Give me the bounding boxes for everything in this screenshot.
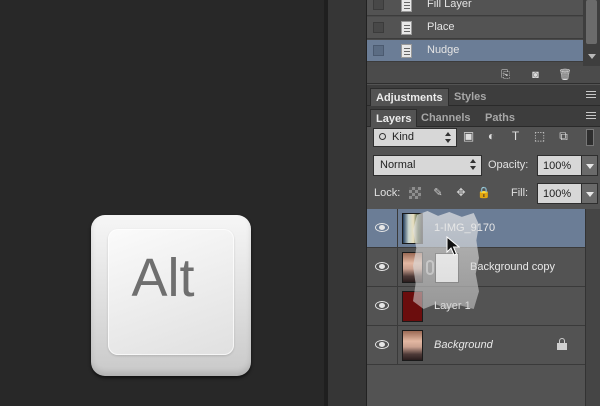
layer-row-background[interactable]: Background	[367, 326, 585, 365]
layer-row-divider	[397, 287, 398, 326]
filter-toggle-switch[interactable]	[586, 129, 594, 146]
history-item-place[interactable]: Place	[367, 17, 583, 39]
layers-scrollbar[interactable]	[585, 209, 600, 406]
eye-visibility-icon[interactable]	[375, 301, 389, 310]
tab-channels[interactable]: Channels	[416, 109, 476, 127]
arrow-cursor-icon	[446, 236, 460, 256]
new-document-from-state-icon[interactable]: ⎘	[499, 69, 512, 81]
layers-tabstrip: Layers Channels Paths	[367, 106, 600, 127]
eye-visibility-icon[interactable]	[375, 340, 389, 349]
tab-paths[interactable]: Paths	[480, 109, 520, 127]
history-item-label: Fill Layer	[427, 0, 472, 10]
filter-kind-label: Kind	[392, 131, 415, 143]
search-icon	[379, 133, 386, 140]
history-item-label: Place	[427, 21, 455, 33]
history-scrollbar[interactable]	[583, 0, 600, 66]
filter-pixel-layers-icon[interactable]: ▣	[462, 130, 475, 143]
history-snapshot-checkbox[interactable]	[373, 0, 384, 10]
lock-position-move-icon[interactable]: ✥	[455, 187, 467, 199]
filter-smart-objects-icon[interactable]: ⧉	[557, 130, 570, 143]
history-item-fill-layer[interactable]: Fill Layer	[367, 0, 583, 16]
history-footer: ⎘ ◙ 🗑	[367, 66, 600, 84]
scroll-down-arrow-icon[interactable]	[588, 54, 596, 59]
history-panel: Fill Layer Place Nudge	[367, 0, 600, 66]
blend-mode-select[interactable]: Normal	[373, 155, 482, 176]
drag-preview-ghost	[413, 211, 479, 309]
history-item-label: Nudge	[427, 44, 460, 56]
filter-adjustment-layers-icon[interactable]: ◐	[485, 130, 498, 143]
panel-menu-icon[interactable]	[586, 91, 596, 99]
alt-key-face: Alt	[108, 229, 234, 355]
layer-name[interactable]: Background	[434, 339, 493, 351]
history-state-icon	[401, 21, 412, 35]
history-state-icon	[401, 0, 412, 12]
lock-image-pixels-brush-icon[interactable]: ✎	[432, 187, 444, 199]
tab-adjustments[interactable]: Adjustments	[370, 88, 449, 106]
history-item-nudge[interactable]: Nudge	[367, 40, 583, 62]
camera-snapshot-icon[interactable]: ◙	[529, 69, 542, 81]
eye-visibility-icon[interactable]	[375, 262, 389, 271]
panel-dock-strip	[328, 0, 367, 406]
lock-label: Lock:	[374, 187, 401, 199]
layer-row-divider	[397, 248, 398, 287]
blend-mode-value: Normal	[380, 159, 416, 171]
alt-key-image: Alt	[91, 215, 251, 376]
lock-transparent-pixels-icon[interactable]	[409, 187, 421, 199]
history-scroll-thumb[interactable]	[586, 0, 597, 44]
alt-key-label: Alt	[131, 248, 195, 308]
history-snapshot-checkbox[interactable]	[373, 45, 384, 56]
fill-slider-button[interactable]	[581, 183, 598, 204]
trash-icon[interactable]: 🗑	[558, 69, 572, 81]
opacity-slider-button[interactable]	[581, 155, 598, 176]
filter-type-layers-icon[interactable]: T	[509, 130, 522, 143]
history-snapshot-checkbox[interactable]	[373, 22, 384, 33]
layer-row-divider	[397, 209, 398, 248]
layer-thumbnail[interactable]	[402, 330, 423, 361]
history-state-icon	[401, 44, 412, 58]
lock-all-icon[interactable]: 🔒	[477, 187, 491, 199]
tab-styles[interactable]: Styles	[449, 88, 491, 106]
fill-label: Fill:	[511, 187, 529, 199]
opacity-input[interactable]: 100%	[537, 155, 582, 176]
fill-input[interactable]: 100%	[537, 183, 582, 204]
right-panels: Fill Layer Place Nudge ⎘ ◙ 🗑 Adjustments…	[367, 0, 600, 406]
layer-name[interactable]: Background copy	[470, 261, 555, 273]
layer-filter-kind-select[interactable]: Kind	[373, 128, 457, 147]
opacity-label: Opacity:	[488, 159, 529, 171]
adjustments-tabstrip: Adjustments Styles	[367, 85, 600, 106]
filter-shape-layers-icon[interactable]: ⬚	[533, 130, 546, 143]
panel-menu-icon[interactable]	[586, 112, 596, 120]
eye-visibility-icon[interactable]	[375, 223, 389, 232]
dropdown-arrows-icon	[445, 132, 452, 144]
dropdown-arrows-icon	[470, 159, 477, 171]
layer-lock-icon	[557, 338, 567, 351]
layer-row-divider	[397, 326, 398, 365]
document-canvas[interactable]: Alt	[0, 0, 324, 406]
tab-layers[interactable]: Layers	[370, 109, 418, 127]
